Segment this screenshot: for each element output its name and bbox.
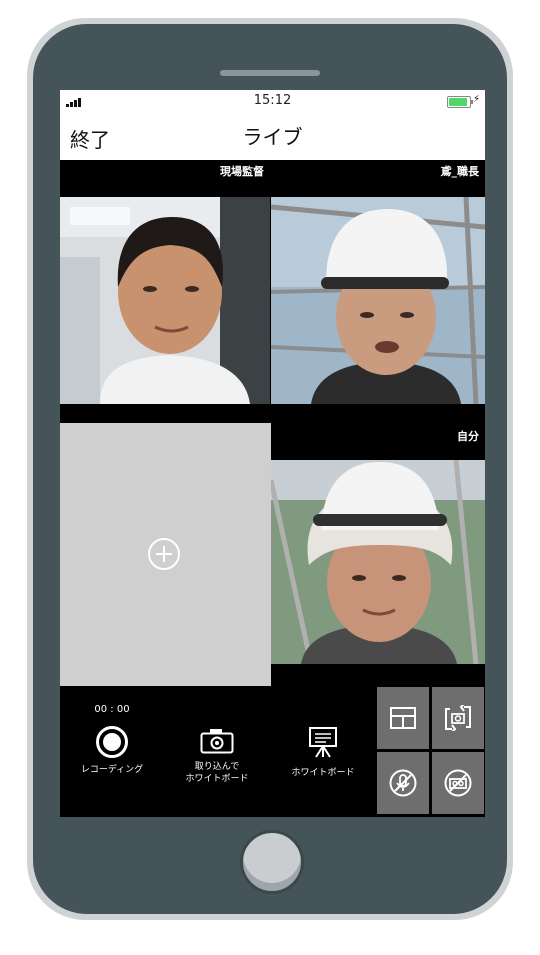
- video-off-icon: [444, 769, 472, 797]
- whiteboard-button[interactable]: ホワイトボード: [280, 726, 366, 779]
- bottom-toolbar: 00 : 00 レコーディング 取り込んで ホワイトボード ホワイトボード: [60, 686, 376, 817]
- status-time: 15:12: [253, 93, 292, 108]
- battery-icon: [447, 96, 473, 108]
- phone-speaker: [220, 70, 320, 76]
- whiteboard-label: ホワイトボード: [291, 768, 355, 778]
- participant-label-foreman: 鳶_職長: [440, 165, 480, 178]
- video-frame-foreman: [271, 197, 485, 404]
- navigation-bar: 終了 ライブ: [60, 112, 485, 160]
- mute-mic-icon: [389, 769, 417, 797]
- empty-participant-slot[interactable]: [60, 423, 271, 686]
- video-off-button[interactable]: [432, 752, 484, 814]
- video-frame-self: [271, 460, 485, 664]
- layout-icon: [390, 707, 416, 729]
- control-button-grid: [376, 686, 485, 817]
- app-screen: 15:12 ⚡ 終了 ライブ 現場監督 鳶_職長 自分 00: 00 レコーデ…: [60, 90, 485, 817]
- mute-mic-button[interactable]: [377, 752, 429, 814]
- status-bar: 15:12 ⚡: [60, 90, 485, 112]
- participant-label-supervisor: 現場監督: [220, 165, 264, 178]
- camera-icon: [200, 729, 234, 754]
- page-title: ライブ: [242, 125, 303, 149]
- switch-camera-button[interactable]: [432, 687, 484, 749]
- add-participant-icon[interactable]: [148, 538, 180, 570]
- record-icon: [96, 726, 128, 758]
- charging-icon: ⚡: [472, 94, 480, 105]
- video-feed-foreman[interactable]: [271, 197, 485, 404]
- recording-label: レコーディング: [80, 765, 144, 775]
- home-button[interactable]: [240, 830, 304, 894]
- capture-whiteboard-button[interactable]: 取り込んで ホワイトボード: [172, 728, 262, 785]
- whiteboard-icon: [309, 727, 337, 758]
- participant-label-self: 自分: [457, 430, 479, 443]
- recording-button[interactable]: レコーディング: [72, 726, 152, 776]
- video-frame-supervisor: [60, 197, 270, 404]
- switch-camera-icon: [445, 705, 471, 731]
- capture-whiteboard-label: 取り込んで ホワイトボード: [185, 762, 249, 784]
- video-feed-supervisor[interactable]: [60, 197, 270, 404]
- layout-button[interactable]: [377, 687, 429, 749]
- recording-timer: 00 : 00: [94, 704, 130, 715]
- video-feed-self[interactable]: [271, 460, 485, 664]
